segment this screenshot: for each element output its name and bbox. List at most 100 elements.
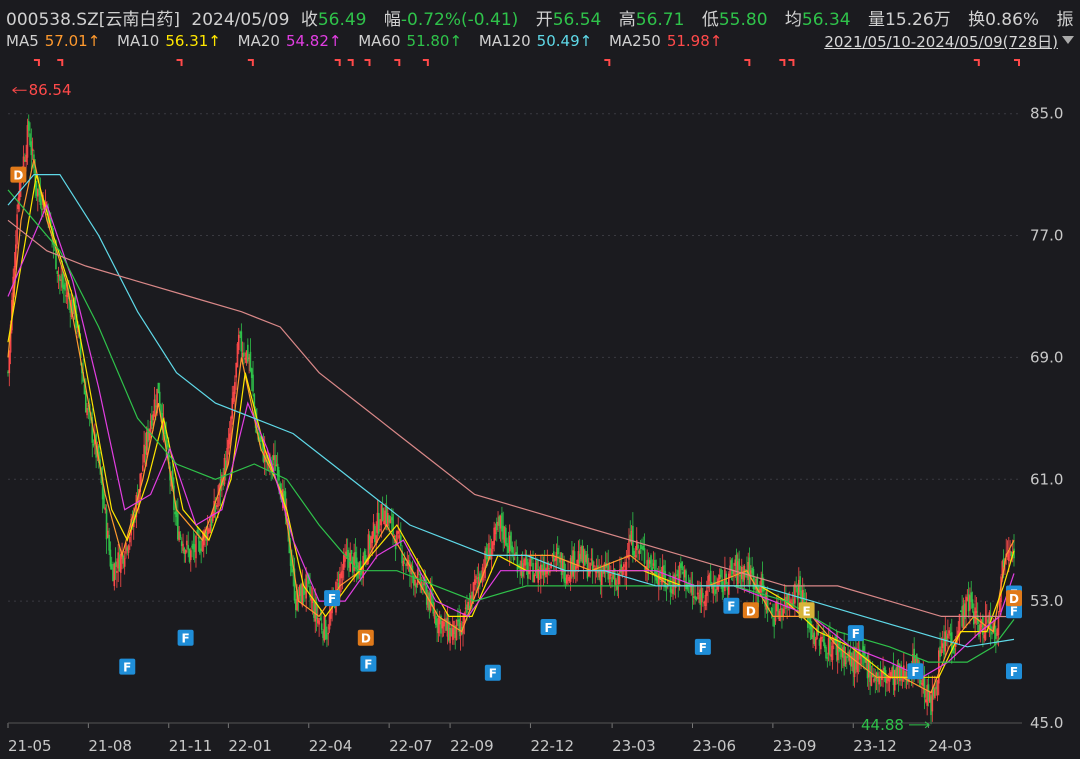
candle-body: [702, 592, 704, 599]
candle-body: [516, 556, 519, 573]
candle-body: [486, 555, 489, 560]
turnover-label: 换: [968, 10, 986, 30]
candle-body: [543, 562, 546, 575]
candle-body: [813, 632, 816, 644]
candle-body: [501, 513, 503, 532]
x-tick-label: 22-12: [530, 737, 574, 755]
low-value: 55.80: [718, 10, 768, 30]
vol-field: 量15.26万: [868, 10, 957, 30]
open-field: 开56.54: [536, 10, 608, 30]
candle-body: [166, 443, 169, 448]
candle-body: [126, 547, 129, 551]
candle-body: [7, 371, 9, 374]
ma120-label: MA120: [478, 32, 531, 50]
x-tick-label: 23-06: [692, 737, 736, 755]
candle-body: [935, 686, 938, 690]
candle-body: [361, 570, 363, 574]
marker-label: F: [699, 641, 707, 655]
candle-body: [62, 284, 65, 290]
ma250-field: MA250 51.98↑: [609, 32, 728, 50]
vol-label: 量: [868, 10, 885, 30]
candle-body: [40, 208, 43, 211]
candle-body: [949, 633, 952, 636]
candle-body: [715, 589, 717, 594]
x-tick-label: 21-05: [8, 737, 52, 755]
candle-body: [602, 566, 604, 574]
candle-body: [274, 455, 276, 471]
chevron-down-icon[interactable]: [1062, 36, 1074, 44]
candle-body: [681, 561, 683, 571]
event-flag: [247, 59, 254, 66]
x-tick-label: 24-03: [928, 737, 972, 755]
high-field: 高56.71: [619, 10, 691, 30]
candle-body: [177, 513, 179, 540]
candle-body: [247, 344, 249, 362]
candle-body: [92, 443, 95, 446]
candle-body: [695, 596, 698, 600]
candle-body: [457, 620, 459, 622]
high-label: 高: [618, 10, 636, 30]
candle-body: [735, 554, 738, 581]
candle-body: [179, 534, 182, 538]
signal-marker-d: D: [1006, 590, 1022, 607]
candle-body: [581, 545, 584, 563]
candle-body: [174, 511, 177, 515]
marker-label: E: [802, 604, 810, 618]
x-tick-label: 23-12: [853, 737, 897, 755]
candle-body: [761, 573, 764, 592]
change-value: -0.72%(-0.41): [400, 10, 519, 30]
y-tick-label: 53.0: [1030, 592, 1063, 610]
signal-marker-e: E: [798, 602, 815, 619]
candle-body: [239, 331, 241, 334]
candle-body: [826, 657, 829, 659]
ma10-label: MA10: [117, 32, 160, 50]
marker-label: F: [852, 627, 860, 641]
candle-body: [722, 586, 725, 588]
marker-label: F: [1010, 604, 1018, 618]
x-tick-label: 22-09: [450, 737, 494, 755]
kline-chart[interactable]: DFFFDFFFFFDEFFFFFD 85.077.069.061.053.04…: [0, 58, 1080, 759]
signal-marker-f: F: [907, 663, 924, 680]
candle-body: [154, 405, 157, 408]
candle-body: [799, 576, 801, 593]
candle-body: [639, 544, 642, 550]
candle-body: [110, 564, 113, 569]
candle-body: [240, 331, 243, 352]
event-flag: [394, 59, 401, 66]
signal-marker-f: F: [360, 655, 377, 672]
candle-body: [512, 557, 515, 561]
candle-body: [200, 548, 202, 552]
vol-value: 15.26万: [885, 10, 951, 30]
x-tick-label: 23-09: [773, 737, 817, 755]
date-range-selector[interactable]: 2021/05/10-2024/05/09(728日): [824, 31, 1058, 52]
candle-body: [663, 565, 665, 578]
low-field: 低55.80: [702, 10, 774, 30]
more-button[interactable]: ...: [1058, 4, 1074, 24]
ma250-value: 51.98↑: [666, 32, 723, 50]
x-tick-label: 21-11: [169, 737, 213, 755]
turnover-value: 0.86%: [985, 10, 1040, 30]
marker-label: D: [1009, 592, 1019, 606]
signal-marker-f: F: [847, 625, 864, 642]
candle-body: [354, 551, 357, 564]
candle-body: [471, 591, 473, 604]
quote-header: 000538.SZ[云南白药] 2024/05/09 收56.49 幅-0.72…: [0, 0, 1080, 58]
candle-body: [682, 571, 685, 574]
candle-body: [591, 560, 594, 571]
candle-body: [324, 619, 327, 640]
y-axis: 85.0 77.0 69.0 61.0 53.0 45.0: [1030, 105, 1063, 732]
y-tick-label: 77.0: [1030, 227, 1063, 245]
candle-body: [536, 560, 538, 579]
signal-marker-f: F: [540, 619, 557, 636]
candle-body: [633, 550, 635, 557]
candle-body: [558, 555, 560, 558]
marker-label: F: [727, 600, 735, 614]
stock-code[interactable]: 000538.SZ[云南白药]: [6, 10, 180, 30]
candle-body: [183, 547, 186, 555]
candle-body: [322, 631, 324, 638]
candle-body: [30, 141, 33, 156]
max-arrow: [12, 86, 27, 94]
candle-body: [586, 553, 589, 579]
candle-body: [415, 584, 418, 588]
candle-body: [187, 545, 189, 550]
